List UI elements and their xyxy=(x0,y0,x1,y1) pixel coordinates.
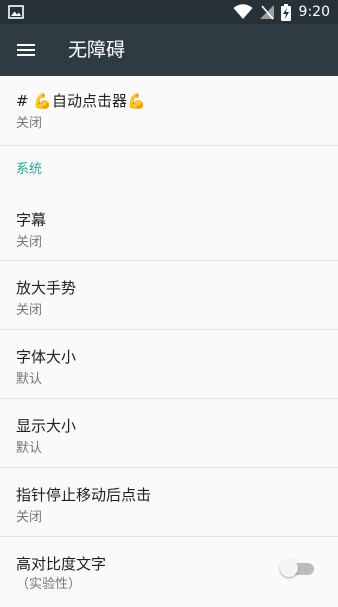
setting-title: 显示大小 xyxy=(16,417,77,435)
status-bar: 9:20 xyxy=(0,0,338,24)
setting-item-display-size[interactable]: 显示大小 默认 xyxy=(0,399,338,468)
toggle-thumb xyxy=(280,559,298,577)
setting-summary: 关闭 xyxy=(16,235,43,250)
page-title: 无障碍 xyxy=(68,39,126,61)
setting-item-magnification[interactable]: 放大手势 关闭 xyxy=(0,261,338,330)
battery-charging-icon xyxy=(280,3,291,21)
section-label: 系统 xyxy=(16,162,43,177)
setting-summary: （实验性） xyxy=(16,577,82,592)
app-bar: 无障碍 xyxy=(0,24,338,76)
setting-item-click-after-pointer-stops[interactable]: 指针停止移动后点击 关闭 xyxy=(0,468,338,537)
setting-title: 字体大小 xyxy=(16,348,77,366)
setting-title: 指针停止移动后点击 xyxy=(16,486,152,504)
status-icons: 9:20 xyxy=(233,3,330,21)
settings-list: # 💪自动点击器💪 关闭 系统 字幕 关闭 放大手势 关闭 字体大小 默认 显示… xyxy=(0,76,338,607)
setting-item-captions[interactable]: 字幕 关闭 xyxy=(0,192,338,261)
setting-summary: 关闭 xyxy=(16,116,43,131)
setting-title: 高对比度文字 xyxy=(16,555,107,573)
setting-item-font-size[interactable]: 字体大小 默认 xyxy=(0,330,338,399)
setting-title: 字幕 xyxy=(16,211,47,229)
setting-summary: 关闭 xyxy=(16,303,43,318)
status-time: 9:20 xyxy=(298,4,330,20)
setting-title: 放大手势 xyxy=(16,279,77,297)
no-signal-icon xyxy=(259,5,274,20)
setting-item-high-contrast-text[interactable]: 高对比度文字 （实验性） xyxy=(0,537,338,607)
setting-title: # 💪自动点击器💪 xyxy=(16,92,146,110)
menu-icon[interactable] xyxy=(16,41,36,59)
setting-summary: 默认 xyxy=(16,372,43,387)
setting-summary: 关闭 xyxy=(16,510,43,525)
image-notification-icon xyxy=(8,5,24,19)
setting-item-auto-clicker[interactable]: # 💪自动点击器💪 关闭 xyxy=(0,76,338,146)
section-header-system: 系统 xyxy=(0,146,338,192)
high-contrast-toggle[interactable] xyxy=(280,559,314,577)
wifi-icon xyxy=(233,4,253,19)
setting-summary: 默认 xyxy=(16,441,43,456)
